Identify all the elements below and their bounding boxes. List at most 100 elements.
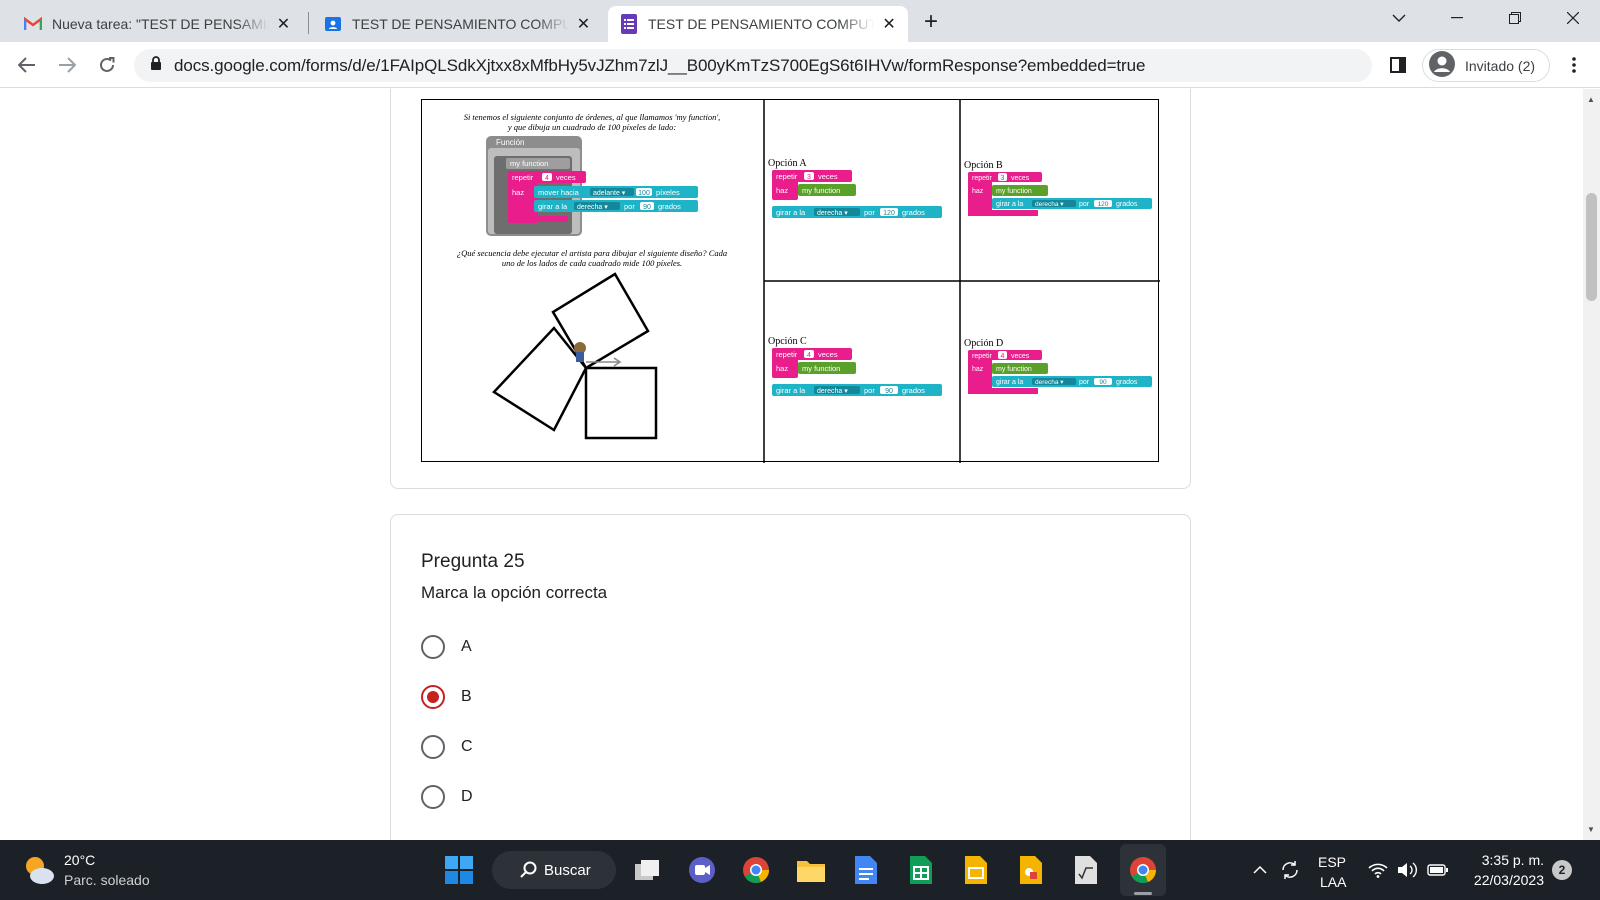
function-call-label: my function	[996, 366, 1032, 373]
degrees-label: grados	[902, 386, 925, 395]
chevron-up-icon[interactable]	[1244, 854, 1276, 886]
forward-icon[interactable]	[53, 51, 81, 79]
close-icon[interactable]: ✕	[275, 14, 292, 34]
minimize-icon[interactable]	[1428, 0, 1486, 36]
haz-label: haz	[972, 366, 984, 373]
forms-icon	[620, 14, 638, 34]
turn-block-label: girar a la	[996, 201, 1023, 208]
weather-icon[interactable]	[22, 854, 56, 891]
tab-gmail[interactable]: Nueva tarea: "TEST DE PENSAMIENTO ✕	[12, 6, 302, 42]
active-app-bar	[1134, 892, 1152, 895]
option-d-label: Opción D	[964, 338, 1003, 349]
question-figure: Si tenemos el siguiente conjunto de órde…	[421, 99, 1160, 463]
radio-b-selected[interactable]	[421, 685, 445, 709]
sync-icon[interactable]	[1274, 854, 1306, 886]
tab-forms[interactable]: TEST DE PENSAMIENTO COMPUTACIONAL ✕	[608, 6, 908, 42]
option-label: B	[461, 688, 472, 705]
tab-title: Nueva tarea: "TEST DE PENSAMIENTO	[52, 16, 269, 32]
scroll-down-icon[interactable]: ▼	[1587, 825, 1595, 834]
tab-divider	[308, 12, 309, 34]
tab-search-icon[interactable]	[1370, 0, 1428, 36]
scroll-up-icon[interactable]: ▲	[1587, 95, 1595, 104]
figure-intro-line2: y que dibuja un cuadrado de 100 píxeles …	[507, 122, 676, 132]
function-header: Función	[496, 138, 524, 147]
repeat-block-label: repetir	[972, 353, 993, 360]
function-call-label: my function	[802, 186, 840, 195]
clock-date: 22/03/2023	[1473, 872, 1544, 888]
radio-d[interactable]	[421, 785, 445, 809]
turn-direction: derecha ▾	[1035, 201, 1064, 208]
haz-label: haz	[972, 188, 984, 195]
option-b-blocks: Opción B repetir 3 veces haz my function…	[964, 160, 1152, 216]
address-bar[interactable]: docs.google.com/forms/d/e/1FAIpQLSdkXjtx…	[134, 49, 1372, 82]
tab-title: TEST DE PENSAMIENTO COMPUTACIONAL	[648, 16, 875, 32]
turn-degrees: 120	[1098, 201, 1109, 208]
radio-c[interactable]	[421, 735, 445, 759]
option-a[interactable]: A	[421, 635, 472, 659]
repeat-veces-label: veces	[818, 172, 838, 181]
volume-icon[interactable]	[1392, 854, 1424, 886]
radio-a[interactable]	[421, 635, 445, 659]
option-a-label: Opción A	[768, 158, 807, 169]
turn-block-label: girar a la	[776, 208, 806, 217]
reload-icon[interactable]	[93, 51, 121, 79]
chrome-icon[interactable]	[740, 854, 772, 886]
profile-label: Invitado (2)	[1465, 57, 1536, 74]
clock-time[interactable]: 3:35 p. m.	[1464, 852, 1544, 868]
por-label: por	[1079, 379, 1090, 386]
restore-icon[interactable]	[1486, 0, 1544, 36]
degrees-label: grados	[902, 208, 925, 217]
language-code[interactable]: ESP	[1318, 854, 1346, 870]
figure-question-line1: ¿Qué secuencia debe ejecutar el artista …	[457, 248, 727, 258]
math-icon[interactable]	[1070, 854, 1102, 886]
weather-temp: 20°C	[64, 852, 96, 868]
wifi-icon[interactable]	[1362, 854, 1394, 886]
chrome-active-icon[interactable]	[1127, 854, 1159, 886]
repeat-count: 3	[1001, 175, 1005, 182]
new-tab-icon[interactable]: +	[924, 8, 938, 36]
function-call-label: my function	[802, 364, 840, 373]
option-label: D	[461, 788, 473, 805]
battery-icon[interactable]	[1422, 854, 1454, 886]
slides-icon[interactable]	[960, 854, 992, 886]
question-description: Marca la opción correcta	[421, 583, 608, 602]
option-c[interactable]: C	[421, 735, 473, 759]
turn-direction: derecha ▾	[1035, 379, 1064, 386]
start-icon[interactable]	[443, 854, 475, 886]
turn-direction: derecha ▾	[577, 204, 608, 211]
side-panel-icon[interactable]	[1384, 51, 1412, 79]
function-definition-block: Función my function repetir 4 veces haz …	[486, 136, 698, 236]
close-icon[interactable]: ✕	[575, 14, 592, 34]
sheets-icon[interactable]	[905, 854, 937, 886]
option-a-blocks: Opción A repetir 3 veces haz my function…	[768, 158, 942, 218]
question-card: Pregunta 25 Marca la opción correcta A B…	[390, 514, 1191, 840]
option-d[interactable]: D	[421, 785, 473, 809]
por-label: por	[1079, 201, 1090, 208]
teams-chat-icon[interactable]	[686, 854, 718, 886]
tab-title: TEST DE PENSAMIENTO COMPUTACIONAL	[352, 16, 569, 32]
classroom-icon	[324, 15, 342, 33]
tab-classroom[interactable]: TEST DE PENSAMIENTO COMPUTACIONAL ✕	[312, 6, 602, 42]
drawings-icon[interactable]	[1015, 854, 1047, 886]
haz-label: haz	[776, 186, 788, 195]
por-label: por	[624, 202, 635, 211]
degrees-label: grados	[1116, 201, 1138, 208]
option-b[interactable]: B	[421, 685, 472, 709]
task-view-icon[interactable]	[631, 854, 663, 886]
close-icon[interactable]: ✕	[880, 14, 898, 34]
option-label: A	[461, 638, 472, 655]
option-d-blocks: Opción D repetir 4 veces haz my function…	[964, 338, 1152, 394]
taskbar-search[interactable]: Buscar	[492, 851, 616, 889]
docs-icon[interactable]	[850, 854, 882, 886]
notification-badge[interactable]: 2	[1552, 860, 1572, 880]
profile-button[interactable]: Invitado (2)	[1422, 49, 1550, 82]
file-explorer-icon[interactable]	[795, 854, 827, 886]
page-scrollbar[interactable]: ▲ ▼	[1583, 89, 1600, 840]
turn-degrees: 90	[885, 388, 893, 395]
close-window-icon[interactable]	[1544, 0, 1600, 36]
por-label: por	[864, 208, 875, 217]
option-c-blocks: Opción C repetir 4 veces haz my function…	[768, 336, 942, 396]
scrollbar-thumb[interactable]	[1586, 193, 1597, 301]
menu-icon[interactable]	[1560, 51, 1588, 79]
back-icon[interactable]	[13, 51, 41, 79]
